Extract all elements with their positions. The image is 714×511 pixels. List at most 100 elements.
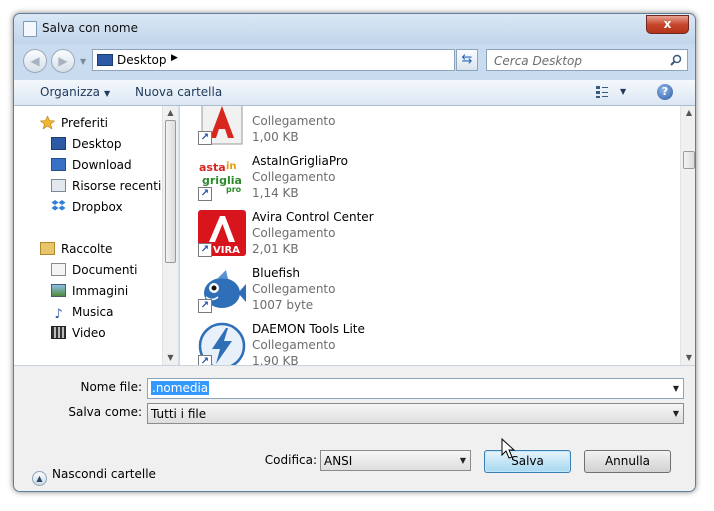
sidebar-item-label: Dropbox <box>72 200 123 214</box>
download-icon <box>51 158 66 171</box>
filename-value: .nomedia <box>151 381 210 395</box>
navigation-pane: Preferiti Desktop Download Risorse recen… <box>14 106 179 365</box>
shortcut-arrow-icon: ↗ <box>198 355 212 365</box>
chevron-down-icon[interactable]: ▼ <box>460 456 466 465</box>
hide-folders-toggle[interactable]: ▲ Nascondi cartelle <box>32 467 156 486</box>
forward-button[interactable]: ▶ <box>51 49 75 73</box>
address-text: Desktop <box>117 53 167 67</box>
star-icon <box>40 116 55 129</box>
file-type: Collegamento <box>252 170 336 184</box>
list-item[interactable]: asta in griglia pro ↗ AstaInGrigliaPro C… <box>198 151 668 207</box>
search-input[interactable]: Cerca Desktop <box>486 49 688 71</box>
title-bar[interactable]: Salva con nome x <box>14 14 695 44</box>
filename-label: Nome file: <box>80 380 142 394</box>
sidebar-item-label: Documenti <box>72 263 138 277</box>
file-size: 1,90 KB <box>252 354 299 365</box>
command-toolbar: Organizza ▼ Nuova cartella ▼ ? <box>14 80 695 106</box>
file-type: Collegamento <box>252 338 336 352</box>
window-title: Salva con nome <box>42 21 138 35</box>
hide-folders-label: Nascondi cartelle <box>52 467 156 481</box>
file-list-scrollbar[interactable]: ▲ ▼ <box>680 106 695 365</box>
forward-arrow-icon: ▶ <box>58 54 68 68</box>
video-icon <box>51 326 66 339</box>
file-name: Avira Control Center <box>252 210 374 224</box>
save-as-type-select[interactable]: Tutti i file ▼ <box>147 403 684 424</box>
scroll-down-icon[interactable]: ▼ <box>681 353 695 362</box>
shortcut-arrow-icon: ↗ <box>198 187 212 201</box>
file-size: 1,00 KB <box>252 130 299 144</box>
encoding-value: ANSI <box>324 454 353 468</box>
nav-group-favorites[interactable]: Preferiti <box>40 116 108 130</box>
new-folder-button[interactable]: Nuova cartella <box>135 85 222 99</box>
list-item[interactable]: ↗ Collegamento 1,00 KB <box>198 106 668 151</box>
cancel-button[interactable]: Annulla <box>584 450 671 473</box>
chevron-down-icon[interactable]: ▼ <box>673 384 679 393</box>
list-item[interactable]: VIRA ↗ Avira Control Center Collegamento… <box>198 207 668 263</box>
desktop-icon <box>97 54 113 66</box>
desktop-icon <box>51 137 66 150</box>
sidebar-item-label: Musica <box>72 305 114 319</box>
sidebar-item-desktop[interactable]: Desktop <box>51 137 122 151</box>
back-button[interactable]: ◀ <box>23 49 47 73</box>
encoding-label: Codifica: <box>264 453 317 467</box>
encoding-select[interactable]: ANSI ▼ <box>320 450 471 471</box>
help-icon[interactable]: ? <box>657 84 673 100</box>
file-type: Collegamento <box>252 114 336 128</box>
music-icon: ♪ <box>54 307 63 322</box>
sidebar-item-recent-places[interactable]: Risorse recenti <box>51 179 161 193</box>
scroll-down-icon[interactable]: ▼ <box>163 353 178 362</box>
refresh-icon: ⇆ <box>461 52 473 67</box>
svg-text:pro: pro <box>226 185 242 194</box>
file-name: DAEMON Tools Lite <box>252 322 365 336</box>
sidebar-item-music[interactable]: ♪ Musica <box>51 305 114 322</box>
sidebar-item-label: Immagini <box>72 284 129 298</box>
navigation-scroll-thumb[interactable] <box>165 120 176 263</box>
pictures-icon <box>51 284 66 297</box>
breadcrumb-arrow-icon[interactable]: ▶ <box>171 53 178 63</box>
libraries-icon <box>40 242 55 255</box>
dropbox-icon <box>51 200 66 211</box>
save-as-type-label: Salva come: <box>68 405 142 419</box>
scroll-up-icon[interactable]: ▲ <box>681 108 695 117</box>
view-options-chevron-icon[interactable]: ▼ <box>620 87 626 96</box>
navigation-scrollbar[interactable]: ▲ ▼ <box>162 106 178 365</box>
list-item[interactable]: ↗ DAEMON Tools Lite Collegamento 1,90 KB <box>198 319 668 365</box>
close-button[interactable]: x <box>646 15 689 34</box>
file-type: Collegamento <box>252 226 336 240</box>
sidebar-item-dropbox[interactable]: Dropbox <box>51 200 123 214</box>
shortcut-arrow-icon: ↗ <box>198 131 212 145</box>
save-as-dialog: Salva con nome x ◀ ▶ ▼ Desktop ▶ ⇆ Cerca… <box>13 13 696 492</box>
nav-group-label: Raccolte <box>61 242 113 256</box>
sidebar-item-label: Video <box>72 326 106 340</box>
file-type: Collegamento <box>252 282 336 296</box>
nav-group-libraries[interactable]: Raccolte <box>40 242 112 256</box>
recent-places-icon <box>51 179 66 192</box>
filename-input[interactable]: .nomedia ▼ <box>147 378 684 399</box>
save-options-panel: Nome file: .nomedia ▼ Salva come: Tutti … <box>14 365 695 491</box>
chevron-down-icon[interactable]: ▼ <box>673 409 679 418</box>
file-size: 2,01 KB <box>252 242 299 256</box>
file-size: 1007 byte <box>252 298 314 312</box>
chevron-up-icon: ▲ <box>32 471 47 486</box>
organize-menu-button[interactable]: Organizza ▼ <box>40 85 110 99</box>
sidebar-item-label: Desktop <box>72 137 122 151</box>
sidebar-item-label: Risorse recenti <box>72 179 162 193</box>
change-view-icon[interactable] <box>595 85 609 99</box>
save-button[interactable]: Salva <box>484 450 571 473</box>
list-item[interactable]: ↗ Bluefish Collegamento 1007 byte <box>198 263 668 319</box>
file-name: AstaInGrigliaPro <box>252 154 348 168</box>
file-list-scroll-thumb[interactable] <box>683 151 695 169</box>
file-list: ↗ Collegamento 1,00 KB asta in griglia p… <box>180 106 695 365</box>
sidebar-item-documents[interactable]: Documenti <box>51 263 138 277</box>
recent-locations-dropdown-icon[interactable]: ▼ <box>80 57 86 66</box>
notepad-icon <box>23 21 37 37</box>
sidebar-item-download[interactable]: Download <box>51 158 132 172</box>
sidebar-item-pictures[interactable]: Immagini <box>51 284 128 298</box>
sidebar-item-video[interactable]: Video <box>51 326 106 340</box>
address-bar-row: ◀ ▶ ▼ Desktop ▶ ⇆ Cerca Desktop <box>14 44 695 80</box>
nav-group-label: Preferiti <box>61 116 108 130</box>
scroll-up-icon[interactable]: ▲ <box>163 108 178 117</box>
svg-text:in: in <box>226 161 237 172</box>
refresh-button[interactable]: ⇆ <box>456 49 478 71</box>
address-input[interactable]: Desktop ▶ <box>92 49 455 71</box>
